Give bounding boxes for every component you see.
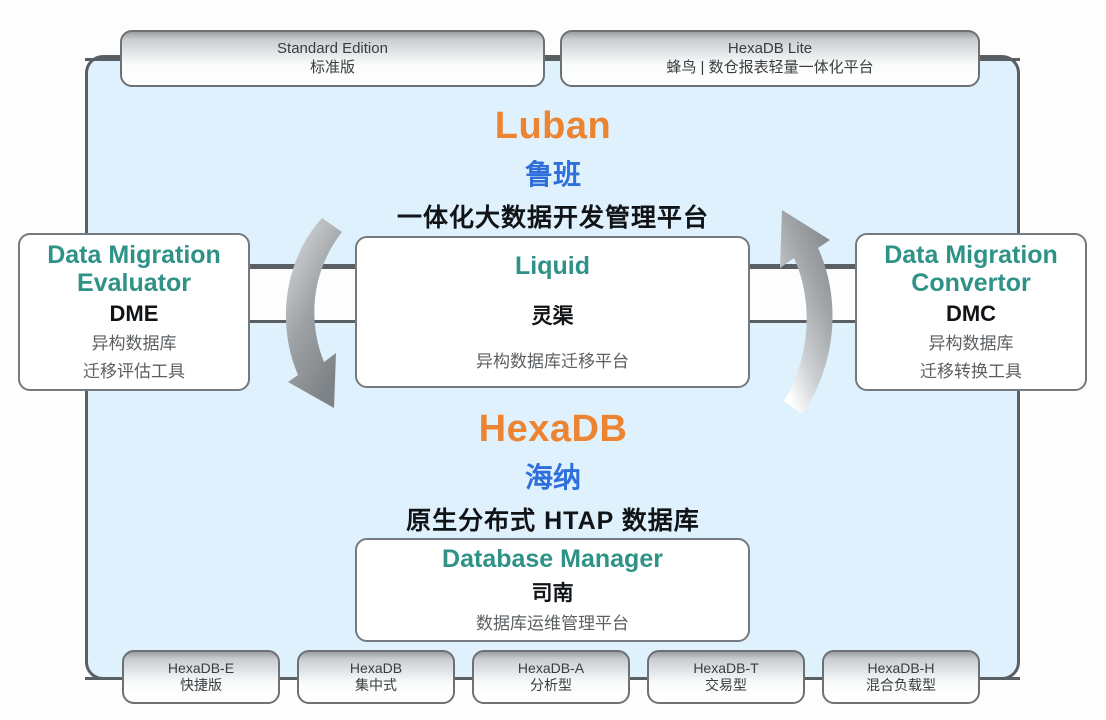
luban-brand-cn: 鲁班 — [524, 159, 581, 190]
connector-right-outer-bot — [748, 320, 858, 323]
pill-hexadb-t[interactable]: HexaDB-T 交易型 — [647, 650, 805, 704]
hexadb-brand-cn: 海纳 — [524, 462, 581, 493]
hexadb-brand: HexaDB — [478, 408, 628, 450]
liquid-cn-desc: 异构数据库迁移平台 — [476, 351, 629, 371]
connector-top-pill-right — [975, 58, 1020, 61]
pill-hexadb-en: HexaDB — [349, 659, 403, 676]
pill-hexadb-a-en: HexaDB-A — [517, 659, 585, 676]
pill-hexadb[interactable]: HexaDB 集中式 — [297, 650, 455, 704]
dmc-en-line2: Convertor — [911, 269, 1031, 298]
liquid-en: Liquid — [515, 251, 590, 280]
connector-bottom-right — [975, 677, 1020, 680]
hexadb-headline: HexaDB 海纳 原生分布式 HTAP 数据库 — [0, 408, 1106, 537]
dme-cn-line2: 迁移评估工具 — [83, 362, 185, 381]
connector-top-pill-left — [85, 58, 125, 61]
dmc-abbr: DMC — [945, 301, 997, 327]
pill-hexadb-lite[interactable]: HexaDB Lite 蜂鸟 | 数仓报表轻量一体化平台 — [560, 30, 980, 87]
dme-cn-line1: 异构数据库 — [91, 334, 177, 354]
card-database-manager[interactable]: Database Manager 司南 数据库运维管理平台 — [355, 538, 750, 642]
pill-hexadb-t-cn: 交易型 — [705, 677, 747, 693]
dbm-cn-desc: 数据库运维管理平台 — [476, 614, 629, 634]
pill-standard-edition-en: Standard Edition — [277, 40, 388, 57]
connector-left-outer-top — [249, 264, 361, 267]
dmc-en-line1: Data Migration — [884, 241, 1058, 270]
pill-hexadb-t-en: HexaDB-T — [693, 659, 759, 676]
dme-en-line2: Evaluator — [77, 269, 191, 298]
dme-abbr: DME — [109, 301, 159, 327]
card-data-migration-evaluator[interactable]: Data Migration Evaluator DME 异构数据库 迁移评估工… — [18, 233, 250, 391]
luban-tagline: 一体化大数据开发管理平台 — [396, 204, 709, 232]
pill-hexadb-h[interactable]: HexaDB-H 混合负载型 — [822, 650, 980, 704]
connector-right-outer-top — [748, 264, 858, 267]
pill-hexadb-lite-cn: 蜂鸟 | 数仓报表轻量一体化平台 — [666, 58, 874, 76]
pill-standard-edition-cn: 标准版 — [309, 58, 355, 76]
luban-brand: Luban — [494, 105, 612, 147]
pill-hexadb-h-cn: 混合负载型 — [866, 677, 936, 693]
dbm-cn-name: 司南 — [531, 582, 574, 606]
dbm-en: Database Manager — [442, 545, 663, 574]
diagram-canvas: Standard Edition 标准版 HexaDB Lite 蜂鸟 | 数仓… — [0, 0, 1106, 720]
pill-hexadb-e-en: HexaDB-E — [167, 659, 235, 676]
pill-hexadb-a[interactable]: HexaDB-A 分析型 — [472, 650, 630, 704]
card-data-migration-convertor[interactable]: Data Migration Convertor DMC 异构数据库 迁移转换工… — [855, 233, 1087, 391]
pill-standard-edition[interactable]: Standard Edition 标准版 — [120, 30, 545, 87]
liquid-cn-name: 灵渠 — [531, 304, 574, 328]
connector-bottom-left — [85, 677, 127, 680]
pill-hexadb-h-en: HexaDB-H — [867, 659, 935, 676]
pill-hexadb-a-cn: 分析型 — [530, 677, 572, 693]
pill-hexadb-cn: 集中式 — [355, 677, 397, 693]
card-liquid[interactable]: Liquid 灵渠 异构数据库迁移平台 — [355, 236, 750, 388]
pill-hexadb-lite-en: HexaDB Lite — [727, 40, 813, 57]
pill-hexadb-e-cn: 快捷版 — [180, 677, 222, 693]
connector-left-outer-bot — [249, 320, 361, 323]
pill-hexadb-e[interactable]: HexaDB-E 快捷版 — [122, 650, 280, 704]
luban-headline: Luban 鲁班 一体化大数据开发管理平台 — [0, 105, 1106, 234]
dmc-cn-line1: 异构数据库 — [928, 334, 1014, 354]
hexadb-tagline: 原生分布式 HTAP 数据库 — [406, 507, 700, 535]
dme-en-line1: Data Migration — [47, 241, 221, 270]
dmc-cn-line2: 迁移转换工具 — [920, 362, 1022, 381]
